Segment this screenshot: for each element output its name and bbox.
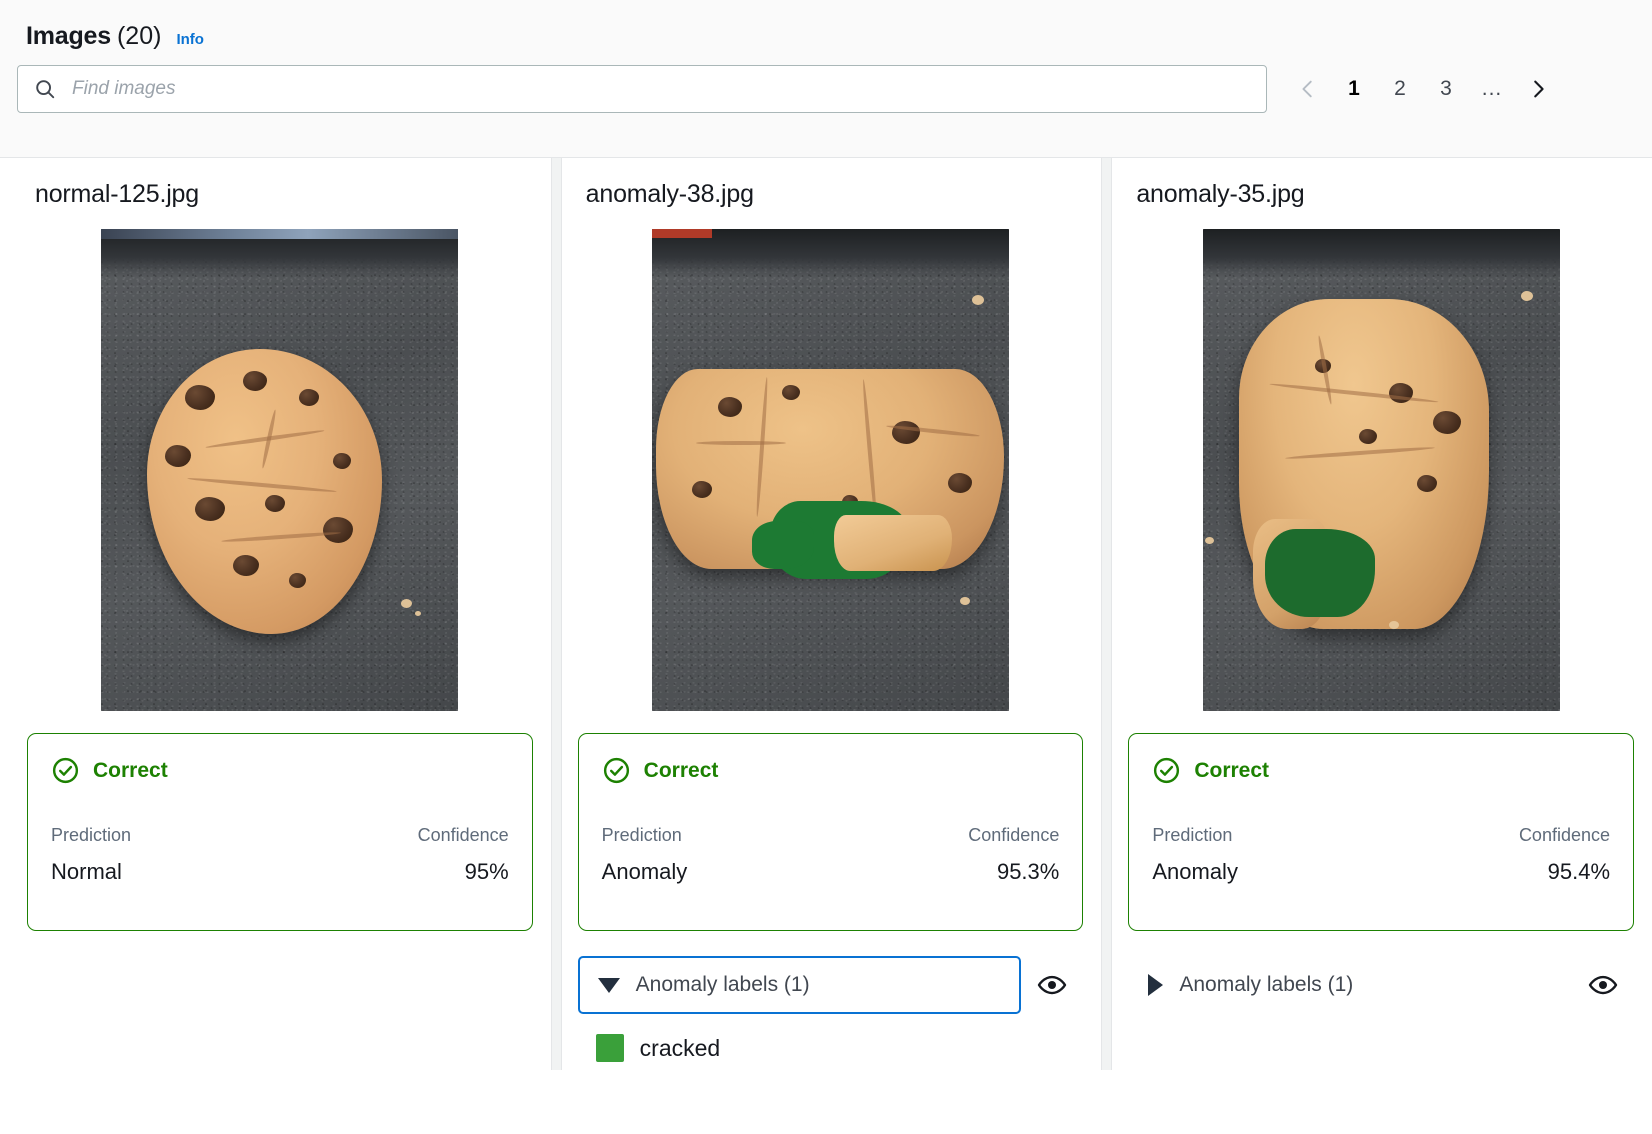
- prediction-header: Prediction: [51, 825, 132, 845]
- result-values: Anomaly 95.4%: [1152, 859, 1610, 885]
- chevron-left-icon: [1297, 78, 1319, 100]
- pagination-ellipsis: ...: [1481, 77, 1503, 100]
- image-filename: normal-125.jpg: [35, 180, 199, 208]
- image-preview[interactable]: [1202, 229, 1560, 711]
- page-title: Images: [26, 22, 111, 50]
- check-circle-icon: [1152, 756, 1181, 785]
- prediction-value: Anomaly: [601, 859, 688, 884]
- check-circle-icon: [602, 756, 631, 785]
- result-headers: Prediction Confidence: [1152, 825, 1610, 846]
- status-row: Correct: [51, 756, 509, 785]
- anomaly-labels-row: Anomaly labels (1): [1128, 956, 1634, 1014]
- anomaly-label-name: cracked: [639, 1034, 721, 1061]
- image-filename: anomaly-38.jpg: [585, 180, 754, 208]
- images-panel-header: Images (20) Info 1 2 3: [0, 0, 1652, 158]
- chevron-right-icon: [1527, 78, 1549, 100]
- confidence-value: 95%: [464, 859, 509, 884]
- prediction-value: Anomaly: [1152, 859, 1238, 884]
- prediction-header: Prediction: [1152, 825, 1233, 845]
- status-badge: Correct: [93, 758, 168, 782]
- pagination-page-3[interactable]: 3: [1423, 66, 1469, 112]
- prediction-value: Normal: [51, 859, 122, 884]
- image-preview-wrapper: [1128, 229, 1634, 711]
- status-badge: Correct: [1194, 758, 1270, 782]
- image-card[interactable]: anomaly-35.jpg Correct Prediction Confid…: [1119, 158, 1635, 1014]
- anomaly-mask-overlay: [1264, 529, 1375, 617]
- image-card-column: anomaly-38.jpg Correct Prediction Confid…: [550, 158, 1102, 1134]
- image-card-grid: normal-125.jpg Correct Prediction Confid…: [0, 158, 1652, 1134]
- image-preview[interactable]: [652, 229, 1009, 711]
- result-headers: Prediction Confidence: [602, 825, 1060, 846]
- anomaly-mask-overlay: [752, 521, 814, 569]
- eye-icon[interactable]: [1037, 970, 1067, 1000]
- confidence-value: 95.4%: [1547, 859, 1611, 884]
- status-row: Correct: [602, 756, 1060, 785]
- result-headers: Prediction Confidence: [51, 825, 509, 846]
- anomaly-labels-toggle[interactable]: Anomaly labels (1): [577, 956, 1022, 1014]
- confidence-header: Confidence: [417, 825, 509, 845]
- anomaly-labels-row: Anomaly labels (1): [577, 956, 1084, 1014]
- search-icon: [34, 78, 56, 100]
- anomaly-label-color-swatch: [595, 1034, 624, 1062]
- confidence-header: Confidence: [1518, 825, 1611, 845]
- check-circle-icon: [51, 756, 80, 785]
- confidence-header: Confidence: [968, 825, 1060, 845]
- anomaly-labels-toggle[interactable]: Anomaly labels (1): [1128, 956, 1572, 1014]
- prediction-result-box: Correct Prediction Confidence Anomaly 95…: [577, 733, 1084, 931]
- search-box[interactable]: [17, 65, 1267, 113]
- image-card[interactable]: normal-125.jpg Correct Prediction Confid…: [18, 158, 533, 931]
- eye-icon[interactable]: [1588, 970, 1618, 1000]
- prediction-result-box: Correct Prediction Confidence Normal 95%: [27, 733, 533, 931]
- toolbar: 1 2 3 ...: [0, 51, 1652, 113]
- status-badge: Correct: [643, 758, 719, 782]
- triangle-right-icon: [1148, 974, 1164, 996]
- pagination-next-button[interactable]: [1515, 66, 1561, 112]
- info-link[interactable]: Info: [176, 31, 204, 48]
- image-preview-wrapper: [578, 229, 1084, 711]
- image-count: (20): [116, 22, 162, 50]
- anomaly-labels-label: Anomaly labels (1): [1179, 973, 1354, 996]
- image-preview[interactable]: [101, 229, 459, 711]
- pagination: 1 2 3 ...: [1285, 66, 1561, 112]
- image-preview-wrapper: [27, 229, 533, 711]
- prediction-result-box: Correct Prediction Confidence Anomaly 95…: [1128, 733, 1635, 931]
- anomaly-labels-label: Anomaly labels (1): [635, 973, 810, 996]
- search-input[interactable]: [70, 77, 1204, 101]
- result-values: Anomaly 95.3%: [602, 859, 1060, 885]
- image-card-column: normal-125.jpg Correct Prediction Confid…: [0, 158, 551, 1134]
- image-card[interactable]: anomaly-38.jpg Correct Prediction Confid…: [569, 158, 1084, 1062]
- anomaly-label-item: cracked: [578, 1034, 1084, 1062]
- result-values: Normal 95%: [51, 859, 509, 885]
- pagination-page-2[interactable]: 2: [1377, 66, 1423, 112]
- status-row: Correct: [1152, 756, 1610, 785]
- image-filename: anomaly-35.jpg: [1136, 180, 1305, 208]
- page-title-row: Images (20) Info: [0, 0, 1652, 51]
- pagination-page-1[interactable]: 1: [1331, 66, 1377, 112]
- confidence-value: 95.3%: [996, 859, 1060, 884]
- cookie-photo-content: [834, 515, 952, 571]
- prediction-header: Prediction: [601, 825, 682, 845]
- image-card-column: anomaly-35.jpg Correct Prediction Confid…: [1101, 158, 1652, 1134]
- triangle-down-icon: [597, 977, 620, 993]
- pagination-prev-button[interactable]: [1285, 66, 1331, 112]
